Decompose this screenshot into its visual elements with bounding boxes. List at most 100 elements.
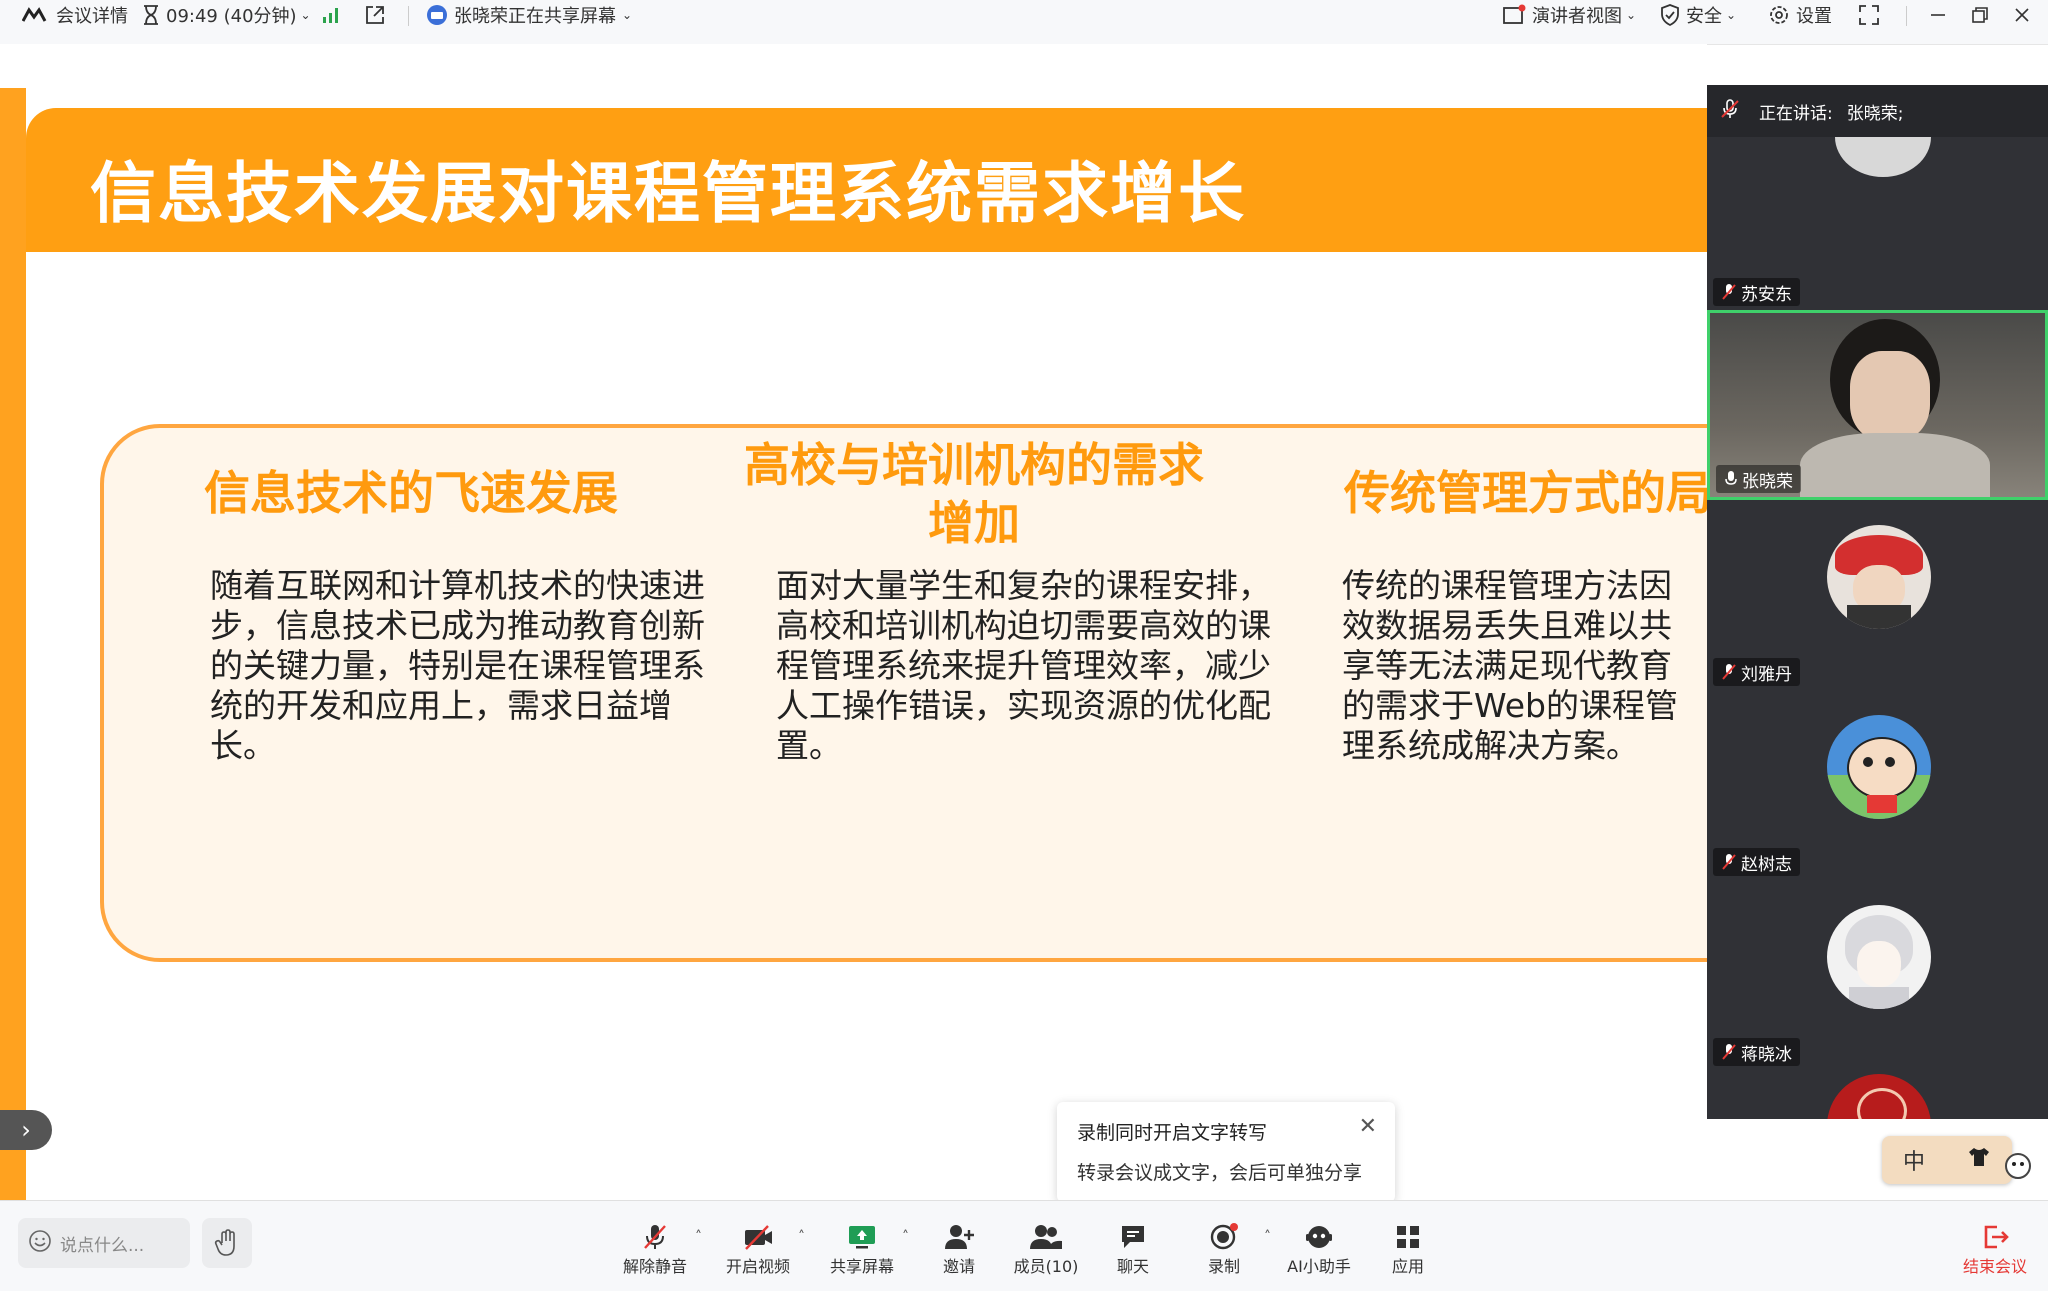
camera-off-icon	[713, 1221, 803, 1253]
speaker-view-button[interactable]: 演讲者视图 ⌄	[1502, 0, 1636, 30]
participant-name-tag: 张晓荣	[1716, 465, 1801, 493]
network-signal-icon[interactable]	[322, 0, 342, 30]
participant-tile[interactable]	[1707, 1070, 2048, 1119]
participant-tile[interactable]: 苏安东	[1707, 137, 2048, 312]
chevron-down-icon: ⌄	[1726, 8, 1737, 22]
add-user-icon	[914, 1221, 1004, 1253]
minimize-icon[interactable]	[1928, 0, 1948, 30]
participant-tile-active[interactable]: 张晓荣	[1707, 310, 2048, 500]
unmute-button[interactable]: 解除静音 ˄	[610, 1221, 702, 1277]
start-video-label: 开启视频	[725, 1257, 790, 1276]
ime-mode[interactable]: 中	[1903, 1144, 1925, 1176]
ime-toolbar[interactable]: 中	[1882, 1136, 2012, 1184]
slide-left-accent	[0, 88, 26, 1200]
close-icon[interactable]	[2012, 0, 2032, 30]
security-button[interactable]: 安全 ⌄	[1660, 0, 1736, 30]
mic-icon	[1725, 471, 1737, 485]
participant-name: 赵树志	[1741, 854, 1792, 875]
chevron-down-icon: ⌄	[622, 8, 633, 22]
quick-chat-input[interactable]: 说点什么...	[18, 1218, 190, 1268]
share-screen-label: 共享屏幕	[829, 1257, 894, 1276]
column-body: 传统的课程管理方法因效数据易丢失且难以共享等无法满足现代教育的需求于Web的课程…	[1342, 566, 1678, 765]
speaker-view-icon	[1502, 4, 1526, 26]
invite-button[interactable]: 邀请	[914, 1221, 1004, 1277]
raise-hand-button[interactable]	[202, 1218, 252, 1268]
mic-muted-icon	[1719, 98, 1741, 125]
participant-tile[interactable]: 刘雅丹	[1707, 500, 2048, 692]
ime-mascot-icon	[2000, 1148, 2036, 1188]
avatar	[1827, 905, 1931, 1009]
end-meeting-button[interactable]: 结束会议	[1950, 1221, 2040, 1277]
end-meeting-label: 结束会议	[1962, 1257, 2027, 1276]
duration-label: 09:49 (40分钟)	[166, 6, 297, 27]
gear-icon	[1768, 4, 1790, 26]
divider	[408, 6, 409, 26]
record-label: 录制	[1207, 1257, 1240, 1276]
members-button[interactable]: 成员(10)	[1001, 1221, 1091, 1277]
avatar	[1835, 137, 1931, 177]
mic-muted-icon	[1722, 284, 1736, 300]
record-button[interactable]: 录制 ˄	[1179, 1221, 1271, 1277]
fullscreen-icon[interactable]	[1858, 0, 1880, 30]
participant-name-tag: 赵树志	[1713, 848, 1800, 876]
shared-slide: 信息技术发展对课程管理系统需求增长 信息技术的飞速发展 随着互联网和计算机技术的…	[0, 88, 1707, 1200]
restore-icon[interactable]	[1970, 0, 1990, 30]
chat-label: 聊天	[1116, 1257, 1149, 1276]
column-body: 面对大量学生和复杂的课程安排，高校和培训机构迫切需要高效的课程管理系统来提升管理…	[776, 566, 1271, 765]
sharing-status-button[interactable]: 张晓荣正在共享屏幕 ⌄	[426, 0, 632, 30]
top-bar: 会议详情 09:49 (40分钟) ⌄ 张晓荣正在共享屏幕 ⌄ 演讲者视图 ⌄ …	[0, 0, 2048, 45]
participant-name-tag: 苏安东	[1713, 278, 1800, 306]
unmute-label: 解除静音	[622, 1257, 687, 1276]
chevron-up-icon[interactable]: ˄	[1264, 1229, 1271, 1245]
mic-muted-icon	[1722, 1044, 1736, 1060]
security-label: 安全	[1686, 6, 1722, 27]
apps-grid-icon	[1363, 1221, 1453, 1253]
participant-tile[interactable]: 蒋晓冰	[1707, 880, 2048, 1072]
participant-name: 蒋晓冰	[1741, 1044, 1792, 1065]
sharing-status-label: 张晓荣正在共享屏幕	[454, 6, 616, 27]
column-heading: 信息技术的飞速发展	[204, 466, 618, 520]
participant-tile[interactable]: 赵树志	[1707, 690, 2048, 882]
share-screen-icon	[817, 1221, 907, 1253]
chevron-up-icon[interactable]: ˄	[695, 1229, 702, 1245]
close-icon[interactable]: ✕	[1359, 1114, 1377, 1139]
meeting-details-label: 会议详情	[56, 6, 128, 27]
popout-icon[interactable]	[364, 0, 386, 30]
shirt-icon[interactable]	[1967, 1146, 1991, 1174]
speaking-name: 张晓荣;	[1846, 103, 1904, 124]
ai-assistant-label: AI小助手	[1287, 1257, 1351, 1276]
duration-display[interactable]: 09:49 (40分钟) ⌄	[142, 0, 311, 30]
hourglass-icon	[142, 5, 160, 25]
ai-assistant-icon	[1274, 1221, 1364, 1253]
slide-expand-button[interactable]: ›	[0, 1110, 52, 1150]
speaking-label: 正在讲话:	[1759, 103, 1833, 124]
mic-muted-icon	[1722, 854, 1736, 870]
popup-subtitle: 转录会议成文字，会后可单独分享	[1077, 1162, 1363, 1184]
sharer-avatar-icon	[426, 4, 448, 26]
chat-button[interactable]: 聊天	[1088, 1221, 1178, 1277]
chevron-up-icon[interactable]: ˄	[798, 1229, 805, 1245]
meeting-details-button[interactable]: 会议详情	[22, 0, 128, 30]
apps-button[interactable]: 应用	[1363, 1221, 1453, 1277]
speaker-view-label: 演讲者视图	[1532, 6, 1622, 27]
settings-button[interactable]: 设置	[1768, 0, 1832, 30]
hand-icon	[214, 1229, 235, 1256]
chevron-up-icon[interactable]: ˄	[902, 1229, 909, 1245]
transcription-popup: 录制同时开启文字转写 转录会议成文字，会后可单独分享 ✕	[1057, 1102, 1395, 1202]
settings-label: 设置	[1796, 6, 1832, 27]
share-screen-button[interactable]: 共享屏幕 ˄	[817, 1221, 909, 1277]
slide-card: 信息技术的飞速发展 随着互联网和计算机技术的快速进步，信息技术已成为推动教育创新…	[100, 424, 1707, 962]
logo-icon	[22, 7, 50, 23]
chat-icon	[1088, 1221, 1178, 1253]
participant-name-tag: 刘雅丹	[1713, 658, 1800, 686]
ai-assistant-button[interactable]: AI小助手	[1274, 1221, 1364, 1277]
participant-name: 张晓荣	[1742, 471, 1793, 492]
emoji-icon	[28, 1229, 52, 1258]
record-icon	[1179, 1221, 1269, 1253]
chevron-down-icon: ⌄	[300, 8, 311, 22]
column-heading: 传统管理方式的局	[1344, 466, 1707, 520]
start-video-button[interactable]: 开启视频 ˄	[713, 1221, 805, 1277]
shield-icon	[1660, 4, 1680, 26]
column-heading: 高校与培训机构的需求 增加	[724, 436, 1224, 552]
popup-title: 录制同时开启文字转写	[1077, 1122, 1268, 1144]
